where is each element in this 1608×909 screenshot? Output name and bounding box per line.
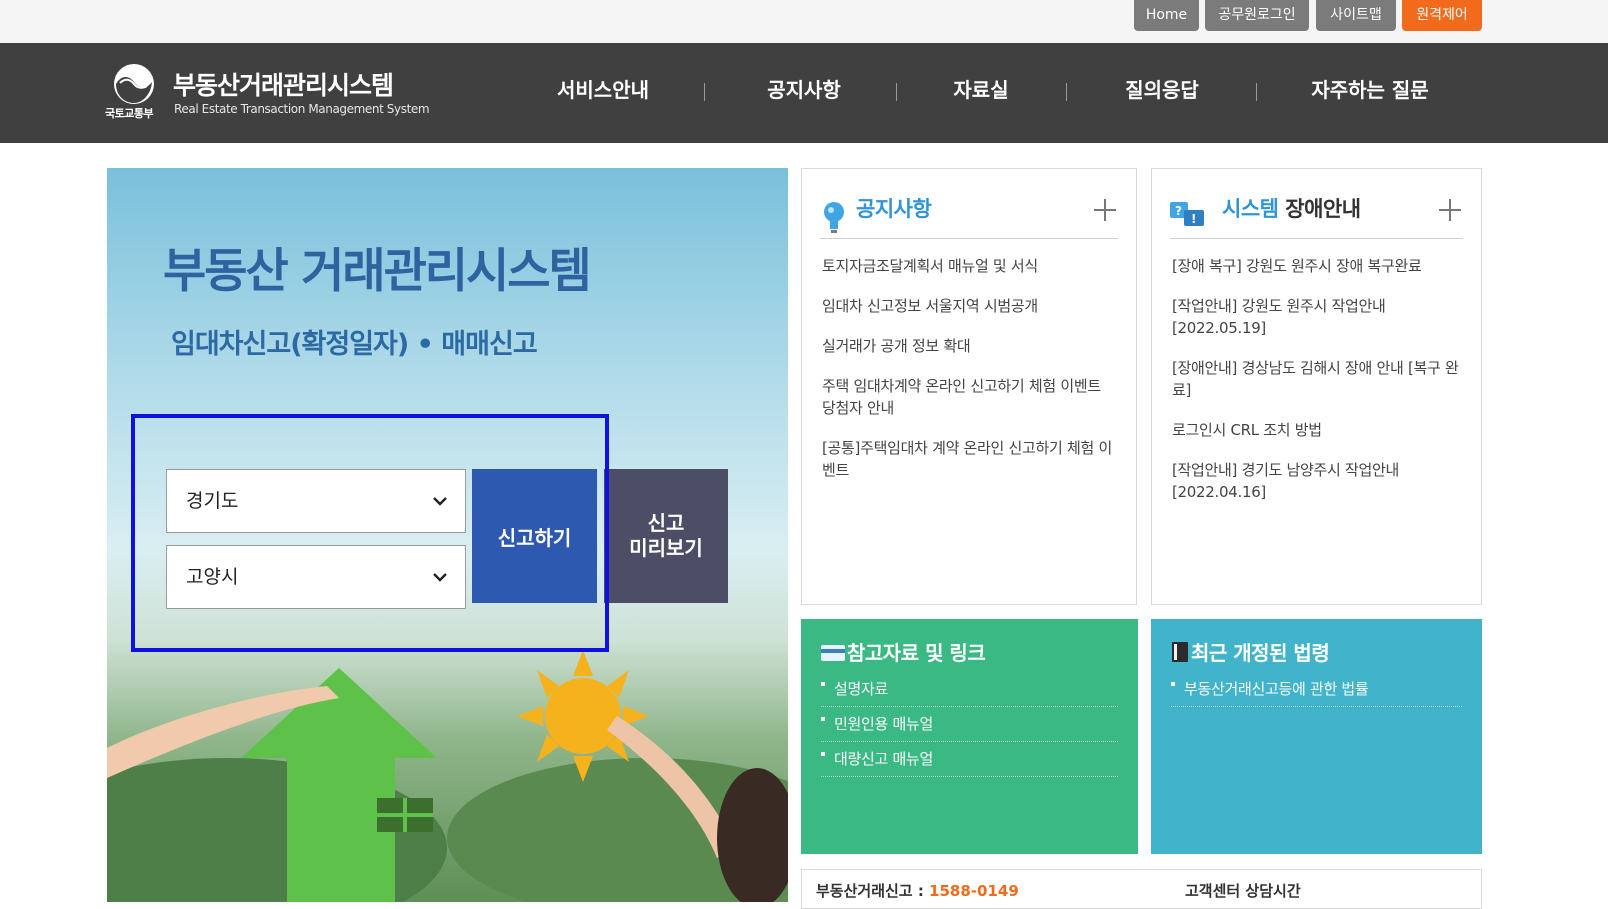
nav-faq[interactable]: 자주하는 질문 — [1304, 75, 1436, 105]
svg-text:?: ? — [1175, 204, 1182, 218]
outage-list: [장애 복구] 강원도 원주시 장애 복구완료 [작업안내] 강원도 원주시 작… — [1172, 255, 1463, 521]
nav-resources[interactable]: 자료실 — [944, 75, 1018, 105]
list-item[interactable]: 토지자금조달계획서 매뉴얼 및 서식 — [822, 255, 1118, 277]
reference-list: 설명자료 민원인용 매뉴얼 대량신고 매뉴얼 — [821, 672, 1118, 777]
list-item[interactable]: [공통]주택임대차 계약 온라인 신고하기 체험 이벤트 — [822, 437, 1118, 481]
list-item[interactable]: [작업안내] 강원도 원주시 작업안내 [2022.05.19] — [1172, 295, 1463, 339]
home-button[interactable]: Home — [1134, 0, 1199, 31]
speech-bubbles-icon: ? ! — [1170, 202, 1204, 226]
list-item[interactable]: 실거래가 공개 정보 확대 — [822, 335, 1118, 357]
list-item[interactable]: 부동산거래신고등에 관한 법률 — [1171, 672, 1462, 707]
list-item[interactable]: 설명자료 — [821, 672, 1118, 707]
nav-divider — [704, 83, 705, 101]
law-tile-title[interactable]: 최근 개정된 법령 — [1191, 641, 1330, 665]
contact-strip: 부동산거래신고 : 1588-0149 고객센터 상담시간 — [801, 869, 1482, 909]
book-icon — [1172, 642, 1188, 662]
notice-panel-header: 공지사항 — [820, 185, 1118, 239]
list-item[interactable]: [장애 복구] 강원도 원주시 장애 복구완료 — [1172, 255, 1463, 277]
government-emblem-icon[interactable] — [113, 63, 155, 105]
staff-login-button[interactable]: 공무원로그인 — [1205, 0, 1309, 31]
nav-qna[interactable]: 질의응답 — [1114, 75, 1210, 105]
report-preview-button[interactable]: 신고 미리보기 — [604, 469, 728, 603]
outage-panel: ? ! 시스템 장애안내 [장애 복구] 강원도 원주시 장애 복구완료 [작업… — [1151, 168, 1482, 605]
nav-divider — [1066, 83, 1067, 101]
utility-bar: Home 공무원로그인 사이트맵 원격제어 — [0, 0, 1608, 43]
list-item[interactable]: [작업안내] 경기도 남양주시 작업안내 [2022.04.16] — [1172, 459, 1463, 503]
law-tile-header: 최근 개정된 법령 — [1171, 637, 1330, 666]
notice-more-icon[interactable] — [1094, 199, 1116, 221]
hero-subtitle: 임대차신고(확정일자) • 매매신고 — [171, 329, 538, 360]
ministry-label: 국토교통부 — [105, 107, 154, 120]
credit-card-icon — [821, 645, 845, 661]
outage-title-colored: 시스템 — [1222, 197, 1279, 221]
notice-panel-title[interactable]: 공지사항 — [856, 193, 932, 223]
notice-list: 토지자금조달계획서 매뉴얼 및 서식 임대차 신고정보 서울지역 시범공개 실거… — [822, 255, 1118, 499]
list-item[interactable]: 주택 임대차계약 온라인 신고하기 체험 이벤트 당첨자 안내 — [822, 375, 1118, 419]
selection-highlight-frame — [131, 414, 609, 652]
nav-divider — [896, 83, 897, 101]
list-item[interactable]: 민원인용 매뉴얼 — [821, 707, 1118, 742]
hotline-number[interactable]: 1588-0149 — [929, 882, 1019, 900]
hero-title: 부동산 거래관리시스템 — [163, 244, 592, 299]
reference-tile-title[interactable]: 참고자료 및 링크 — [847, 641, 986, 665]
reference-tile-header: 참고자료 및 링크 — [821, 637, 986, 666]
list-item[interactable]: 대량신고 매뉴얼 — [821, 742, 1118, 777]
nav-service-guide[interactable]: 서비스안내 — [550, 75, 656, 105]
support-hours: 고객센터 상담시간 — [1185, 882, 1301, 900]
outage-panel-title[interactable]: 시스템 장애안내 — [1222, 193, 1361, 223]
remote-control-button[interactable]: 원격제어 — [1402, 0, 1482, 31]
sitemap-button[interactable]: 사이트맵 — [1316, 0, 1396, 31]
lightbulb-icon — [824, 202, 844, 233]
site-logo-title[interactable]: 부동산거래관리시스템 — [173, 66, 394, 102]
outage-title-dark: 장애안내 — [1285, 197, 1361, 221]
nav-notices[interactable]: 공지사항 — [752, 75, 856, 105]
outage-more-icon[interactable] — [1439, 199, 1461, 221]
list-item[interactable]: 임대차 신고정보 서울지역 시범공개 — [822, 295, 1118, 317]
site-header: 국토교통부 부동산거래관리시스템 Real Estate Transaction… — [0, 43, 1608, 143]
site-logo-subtitle: Real Estate Transaction Management Syste… — [174, 102, 430, 116]
report-hotline: 부동산거래신고 : 1588-0149 — [816, 880, 1019, 901]
law-list: 부동산거래신고등에 관한 법률 — [1171, 672, 1462, 707]
outage-panel-header: ? ! 시스템 장애안내 — [1170, 185, 1463, 239]
notice-panel: 공지사항 토지자금조달계획서 매뉴얼 및 서식 임대차 신고정보 서울지역 시범… — [801, 168, 1137, 605]
hero-banner: 부동산 거래관리시스템 임대차신고(확정일자) • 매매신고 경기도 고양시 신… — [107, 168, 788, 902]
reference-tile: 참고자료 및 링크 설명자료 민원인용 매뉴얼 대량신고 매뉴얼 — [801, 619, 1138, 854]
svg-text:!: ! — [1191, 212, 1196, 226]
law-tile: 최근 개정된 법령 부동산거래신고등에 관한 법률 — [1151, 619, 1482, 854]
list-item[interactable]: 로그인시 CRL 조치 방법 — [1172, 419, 1463, 441]
nav-divider — [1256, 83, 1257, 101]
hotline-label: 부동산거래신고 : — [816, 882, 930, 900]
list-item[interactable]: [장애안내] 경상남도 김해시 장애 안내 [복구 완료] — [1172, 357, 1463, 401]
